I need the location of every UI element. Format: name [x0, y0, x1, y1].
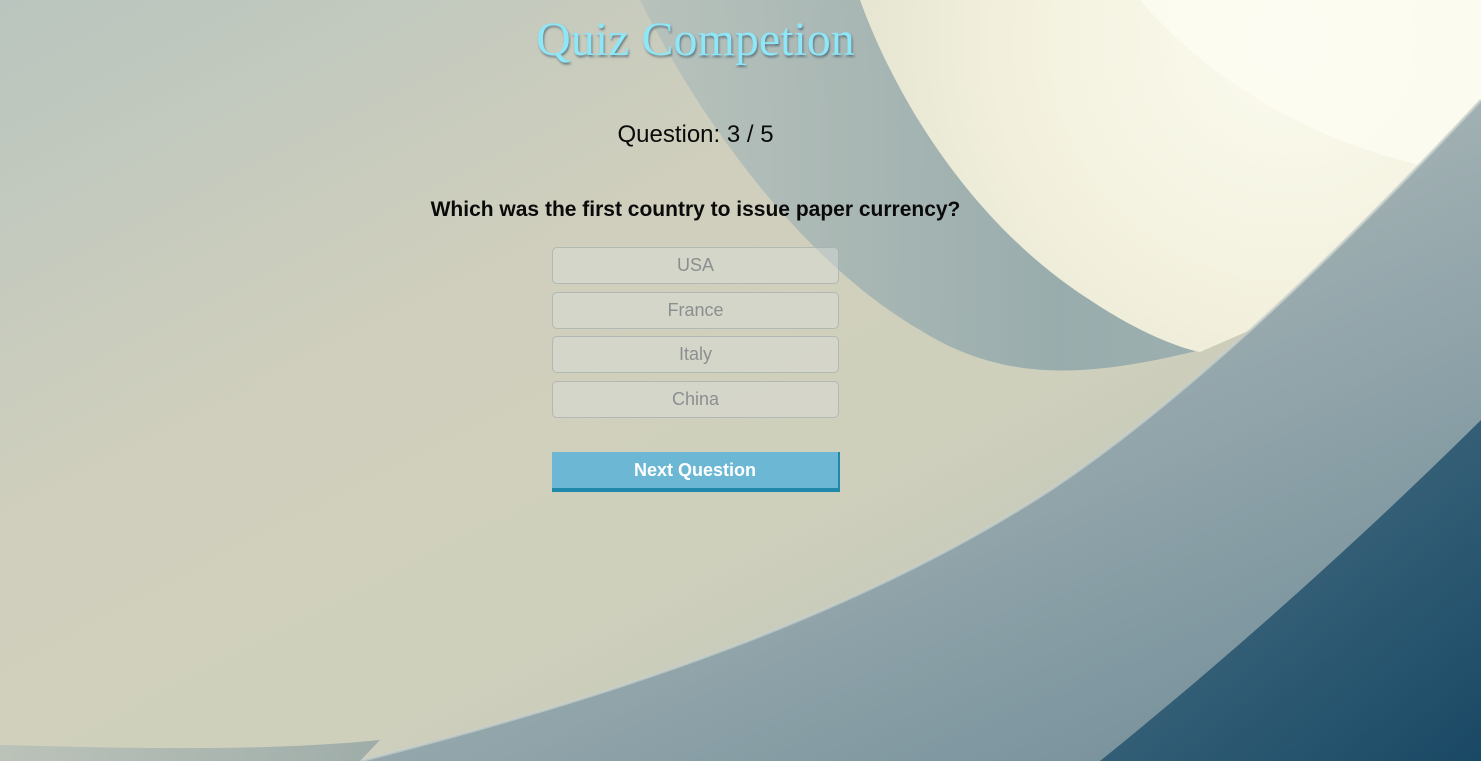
question-counter: Question: 3 / 5: [617, 121, 774, 148]
next-question-button[interactable]: Next Question: [552, 452, 840, 492]
page-title: Quiz Competion: [536, 13, 855, 66]
answer-option-china[interactable]: China: [552, 380, 839, 418]
quiz-container: Quiz Competion Question: 3 / 5 Which was…: [0, 0, 1391, 761]
answer-list: USA France Italy China: [552, 247, 839, 425]
answer-option-france[interactable]: France: [552, 291, 839, 329]
answer-option-usa[interactable]: USA: [552, 247, 839, 284]
question-text: Which was the first country to issue pap…: [430, 198, 961, 221]
answer-option-italy[interactable]: Italy: [552, 336, 839, 373]
